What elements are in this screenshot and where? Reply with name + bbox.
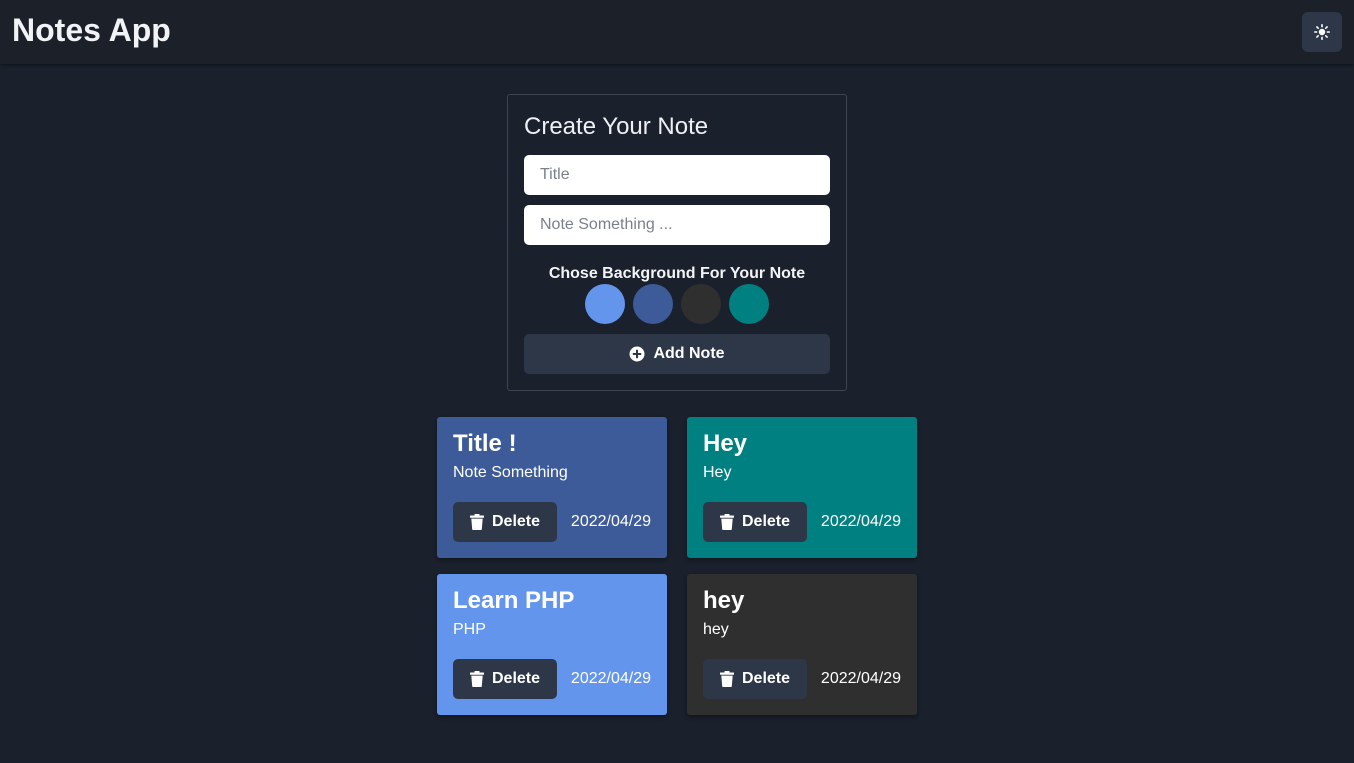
theme-toggle-button[interactable]: [1302, 12, 1342, 52]
delete-label: Delete: [491, 513, 541, 530]
note-title: Learn PHP: [453, 587, 575, 614]
note-date: 2022/04/29: [570, 670, 651, 687]
sun-icon: [1314, 24, 1330, 40]
create-note-card: Create Your Note Chose Background For Yo…: [507, 94, 847, 391]
note-date: 2022/04/29: [820, 513, 901, 530]
swatch-teal[interactable]: [729, 284, 769, 324]
delete-button[interactable]: Delete: [703, 502, 807, 542]
swatch-dark-blue[interactable]: [633, 284, 673, 324]
trash-icon: [719, 514, 734, 530]
add-note-label: Add Note: [653, 345, 725, 362]
note-body: Hey: [703, 464, 732, 481]
note-body: PHP: [453, 621, 486, 638]
note-title: hey: [703, 587, 745, 614]
note-body: Note Something: [453, 464, 568, 481]
note-body: hey: [703, 621, 729, 638]
color-swatches: [585, 284, 769, 324]
note-title: Title !: [453, 430, 517, 457]
delete-label: Delete: [741, 670, 791, 687]
delete-button[interactable]: Delete: [453, 502, 557, 542]
note-card: hey hey Delete 2022/04/29: [687, 574, 917, 715]
note-date: 2022/04/29: [570, 513, 651, 530]
add-note-button[interactable]: Add Note: [524, 334, 830, 374]
delete-label: Delete: [491, 670, 541, 687]
delete-button[interactable]: Delete: [453, 659, 557, 699]
swatch-light-blue[interactable]: [585, 284, 625, 324]
trash-icon: [469, 514, 484, 530]
note-title: Hey: [703, 430, 748, 457]
trash-icon: [719, 671, 734, 687]
title-input[interactable]: [524, 155, 830, 195]
app-title: Notes App: [12, 12, 171, 48]
delete-button[interactable]: Delete: [703, 659, 807, 699]
create-note-heading: Create Your Note: [524, 113, 709, 140]
note-card: Title ! Note Something Delete 2022/04/29: [437, 417, 667, 558]
delete-label: Delete: [741, 513, 791, 530]
swatch-dark-gray[interactable]: [681, 284, 721, 324]
background-label: Chose Background For Your Note: [548, 265, 806, 282]
app-header: Notes App: [0, 0, 1354, 64]
note-card: Hey Hey Delete 2022/04/29: [687, 417, 917, 558]
note-date: 2022/04/29: [820, 670, 901, 687]
plus-circle-icon: [629, 346, 645, 362]
note-card: Learn PHP PHP Delete 2022/04/29: [437, 574, 667, 715]
note-input[interactable]: [524, 205, 830, 245]
trash-icon: [469, 671, 484, 687]
